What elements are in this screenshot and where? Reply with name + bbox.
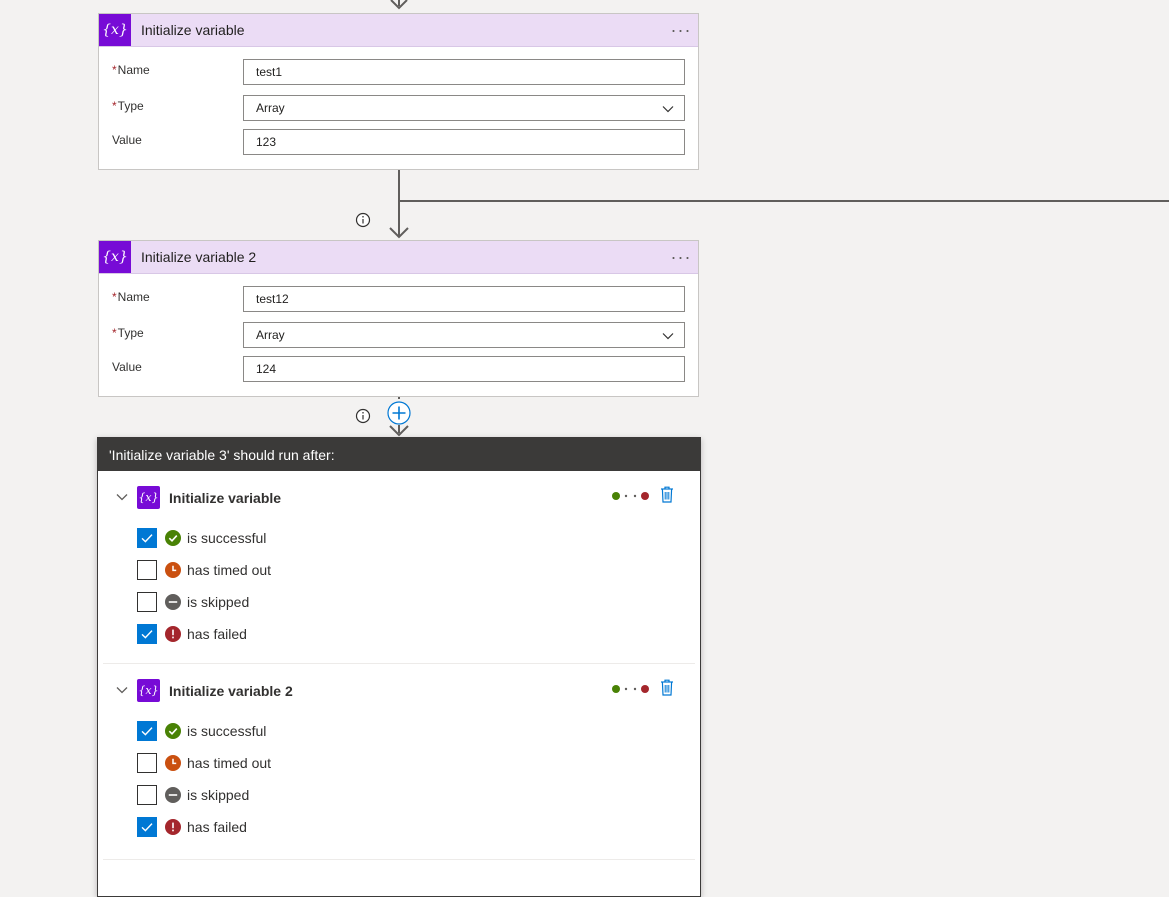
run-after-option: has failed (103, 619, 695, 651)
name-input[interactable] (243, 286, 685, 312)
insert-step-plus-icon[interactable] (387, 401, 411, 425)
failed-status-icon (165, 819, 181, 835)
more-options-icon[interactable]: ··· (666, 241, 696, 273)
type-label: *Type (112, 99, 144, 113)
run-after-option: has timed out (103, 555, 695, 587)
variable-icon: {x} (99, 241, 131, 273)
type-selected-value: Array (256, 328, 285, 342)
checkmark-icon (141, 823, 153, 832)
run-after-option-label: is skipped (187, 594, 250, 610)
skipped-status-icon (165, 594, 181, 610)
skipped-checkbox[interactable] (137, 592, 157, 612)
success-status-icon (165, 530, 181, 546)
type-row: *Type Array (99, 318, 698, 352)
action-title: Initialize variable (141, 22, 245, 38)
run-after-option-label: has failed (187, 626, 247, 642)
required-marker: * (112, 290, 117, 304)
variable-icon: {x} (137, 486, 160, 509)
success-checkbox[interactable] (137, 528, 157, 548)
variable-icon: {x} (137, 679, 160, 702)
variable-icon: {x} (99, 14, 131, 46)
run-after-option-label: has timed out (187, 562, 272, 578)
success-checkbox[interactable] (137, 721, 157, 741)
action-card-header[interactable]: {x} Initialize variable ··· (99, 14, 698, 47)
name-label: *Name (112, 63, 150, 77)
skipped-status-icon (165, 787, 181, 803)
chevron-down-icon (662, 106, 674, 113)
trash-icon[interactable] (660, 486, 674, 503)
chevron-down-icon[interactable] (115, 683, 129, 697)
failed-status-icon (165, 626, 181, 642)
run-after-option: is successful (103, 716, 695, 748)
chevron-down-icon[interactable] (115, 490, 129, 504)
name-row: *Name (99, 55, 698, 89)
value-row: Value (99, 125, 698, 159)
failed-checkbox[interactable] (137, 817, 157, 837)
run-after-option-label: is successful (187, 530, 267, 546)
name-input[interactable] (243, 59, 685, 85)
info-icon[interactable] (355, 408, 371, 424)
timedout-checkbox[interactable] (137, 560, 157, 580)
checkmark-icon (141, 534, 153, 543)
action-card-initialize-variable: {x} Initialize variable ··· *Name *Type … (98, 13, 699, 170)
value-row: Value (99, 352, 698, 386)
run-after-group-header: {x} Initialize variable (103, 471, 695, 523)
type-dropdown[interactable]: Array (243, 322, 685, 348)
value-label: Value (112, 360, 142, 374)
action-card-header[interactable]: {x} Initialize variable 2 ··· (99, 241, 698, 274)
run-after-action-name: Initialize variable 2 (169, 683, 293, 699)
run-after-option-label: has failed (187, 819, 247, 835)
required-marker: * (112, 326, 117, 340)
run-after-option: is skipped (103, 587, 695, 619)
info-icon[interactable] (355, 212, 371, 228)
timedout-checkbox[interactable] (137, 753, 157, 773)
failed-checkbox[interactable] (137, 624, 157, 644)
run-after-group: {x} Initialize variable 2 is successful … (103, 664, 695, 860)
required-marker: * (112, 99, 117, 113)
value-input[interactable] (243, 129, 685, 155)
clock-status-icon (165, 562, 181, 578)
type-selected-value: Array (256, 101, 285, 115)
run-after-status-dots-icon (612, 685, 649, 693)
required-marker: * (112, 63, 117, 77)
run-after-group-header: {x} Initialize variable 2 (103, 664, 695, 716)
action-card-initialize-variable-2: {x} Initialize variable 2 ··· *Name *Typ… (98, 240, 699, 397)
run-after-option: has failed (103, 812, 695, 844)
run-after-option-label: is skipped (187, 787, 250, 803)
more-options-icon[interactable]: ··· (666, 14, 696, 46)
value-input[interactable] (243, 356, 685, 382)
run-after-option: is skipped (103, 780, 695, 812)
clock-status-icon (165, 755, 181, 771)
run-after-status-dots-icon (612, 492, 649, 500)
run-after-option-label: is successful (187, 723, 267, 739)
run-after-groups: {x} Initialize variable is successful ha… (98, 471, 700, 860)
action-title: Initialize variable 2 (141, 249, 257, 265)
run-after-option: has timed out (103, 748, 695, 780)
chevron-down-icon (662, 333, 674, 340)
type-label: *Type (112, 326, 144, 340)
value-label: Value (112, 133, 142, 147)
name-row: *Name (99, 282, 698, 316)
checkmark-icon (141, 630, 153, 639)
skipped-checkbox[interactable] (137, 785, 157, 805)
success-status-icon (165, 723, 181, 739)
run-after-group: {x} Initialize variable is successful ha… (103, 471, 695, 664)
trash-icon[interactable] (660, 679, 674, 696)
run-after-action-name: Initialize variable (169, 490, 282, 506)
run-after-option: is successful (103, 523, 695, 555)
run-after-panel: 'Initialize variable 3' should run after… (97, 437, 701, 897)
type-dropdown[interactable]: Array (243, 95, 685, 121)
run-after-title: 'Initialize variable 3' should run after… (98, 438, 700, 471)
type-row: *Type Array (99, 91, 698, 125)
name-label: *Name (112, 290, 150, 304)
run-after-option-label: has timed out (187, 755, 272, 771)
checkmark-icon (141, 727, 153, 736)
